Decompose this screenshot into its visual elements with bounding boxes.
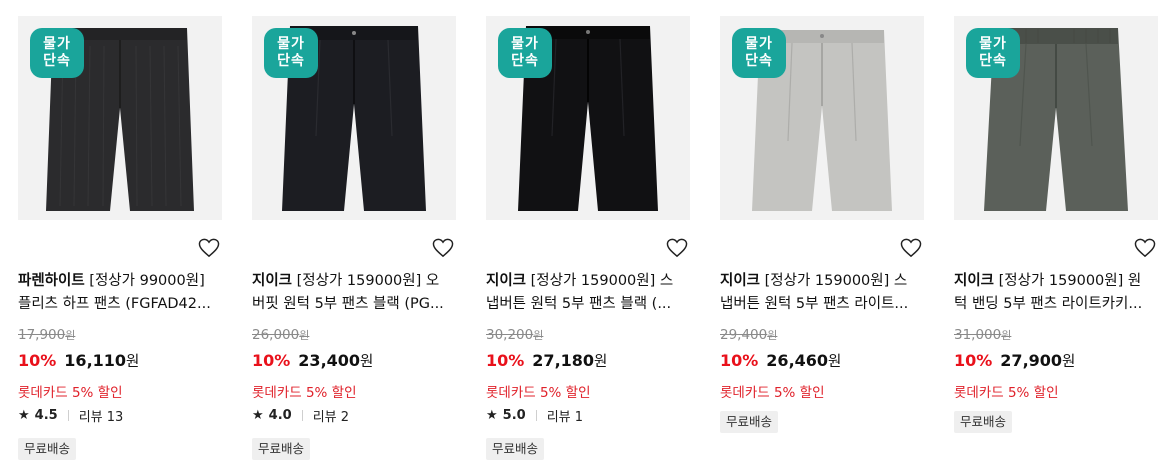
discount-rate: 10% xyxy=(720,351,759,370)
rating-row: ★ 4.0 리뷰 2 xyxy=(252,406,349,425)
original-price: 26,000원 xyxy=(252,327,310,343)
heart-outline-icon[interactable] xyxy=(666,238,688,258)
product-title[interactable]: 지이크 [정상가 159000원] 오 버핏 원턱 5부 팬츠 블랙 (PG..… xyxy=(252,270,456,316)
original-price: 29,400원 xyxy=(720,327,778,343)
original-price: 30,200원 xyxy=(486,327,544,343)
brand-name: 지이크 xyxy=(954,273,995,289)
heart-outline-icon[interactable] xyxy=(900,238,922,258)
heart-outline-icon[interactable] xyxy=(198,238,220,258)
card-discount-label: 롯데카드 5% 할인 xyxy=(486,385,591,401)
discount-rate: 10% xyxy=(954,351,993,370)
product-card[interactable]: 물가 단속 지이크 [정상가 159000원] 스 냅버튼 원턱 5부 팬츠 라이… xyxy=(720,0,924,475)
sale-price: 10% 23,400원 xyxy=(252,351,374,370)
brand-name: 지이크 xyxy=(252,273,293,289)
price-crackdown-badge: 물가 단속 xyxy=(966,28,1020,78)
rating-row: ★ 5.0 리뷰 1 xyxy=(486,406,583,425)
discount-rate: 10% xyxy=(18,351,57,370)
rating-score: 5.0 xyxy=(502,408,526,423)
product-title[interactable]: 파렌하이트 [정상가 99000원] 플리츠 하프 팬츠 (FGFAD42... xyxy=(18,270,222,316)
price-crackdown-badge: 물가 단속 xyxy=(30,28,84,78)
card-discount-label: 롯데카드 5% 할인 xyxy=(18,385,123,401)
rating-score: 4.5 xyxy=(34,408,58,423)
star-icon: ★ xyxy=(18,408,30,423)
star-icon: ★ xyxy=(486,408,498,423)
sale-price: 10% 26,460원 xyxy=(720,351,842,370)
discount-rate: 10% xyxy=(252,351,291,370)
price-crackdown-badge: 물가 단속 xyxy=(264,28,318,78)
free-shipping-tag: 무료배송 xyxy=(486,438,545,460)
divider xyxy=(67,410,69,421)
heart-outline-icon[interactable] xyxy=(432,238,454,258)
discount-rate: 10% xyxy=(486,351,525,370)
divider xyxy=(301,410,303,421)
original-price: 31,000원 xyxy=(954,327,1012,343)
free-shipping-tag: 무료배송 xyxy=(954,411,1013,433)
product-card[interactable]: 물가 단속 지이크 [정상가 159000원] 스 냅버튼 원턱 5부 팬츠 블랙… xyxy=(486,0,690,475)
review-count[interactable]: 리뷰 1 xyxy=(547,406,583,425)
price-crackdown-badge: 물가 단속 xyxy=(732,28,786,78)
product-card[interactable]: 물가 단속 지이크 [정상가 159000원] 원 턱 밴딩 5부 팬츠 라이트카… xyxy=(954,0,1158,475)
product-title[interactable]: 지이크 [정상가 159000원] 스 냅버튼 원턱 5부 팬츠 블랙 (... xyxy=(486,270,690,316)
rating-row: ★ 4.5 리뷰 13 xyxy=(18,406,123,425)
brand-name: 지이크 xyxy=(486,273,527,289)
brand-name: 지이크 xyxy=(720,273,761,289)
sale-price: 10% 27,180원 xyxy=(486,351,608,370)
star-icon: ★ xyxy=(252,408,264,423)
rating-score: 4.0 xyxy=(268,408,292,423)
review-count[interactable]: 리뷰 13 xyxy=(79,406,124,425)
card-discount-label: 롯데카드 5% 할인 xyxy=(252,385,357,401)
card-discount-label: 롯데카드 5% 할인 xyxy=(954,385,1059,401)
product-card[interactable]: 물가 단속 파렌하이트 [정상가 99000원] 플리츠 하프 팬츠 (FGFAD… xyxy=(18,0,222,475)
brand-name: 파렌하이트 xyxy=(18,273,85,289)
divider xyxy=(535,410,537,421)
heart-outline-icon[interactable] xyxy=(1134,238,1156,258)
original-price: 17,900원 xyxy=(18,327,76,343)
card-discount-label: 롯데카드 5% 할인 xyxy=(720,385,825,401)
sale-price: 10% 27,900원 xyxy=(954,351,1076,370)
free-shipping-tag: 무료배송 xyxy=(252,438,311,460)
product-title[interactable]: 지이크 [정상가 159000원] 스 냅버튼 원턱 5부 팬츠 라이트... xyxy=(720,270,924,316)
product-card[interactable]: 물가 단속 지이크 [정상가 159000원] 오 버핏 원턱 5부 팬츠 블랙 … xyxy=(252,0,456,475)
free-shipping-tag: 무료배송 xyxy=(720,411,779,433)
sale-price: 10% 16,110원 xyxy=(18,351,140,370)
free-shipping-tag: 무료배송 xyxy=(18,438,77,460)
review-count[interactable]: 리뷰 2 xyxy=(313,406,349,425)
price-crackdown-badge: 물가 단속 xyxy=(498,28,552,78)
product-title[interactable]: 지이크 [정상가 159000원] 원 턱 밴딩 5부 팬츠 라이트카키... xyxy=(954,270,1158,316)
